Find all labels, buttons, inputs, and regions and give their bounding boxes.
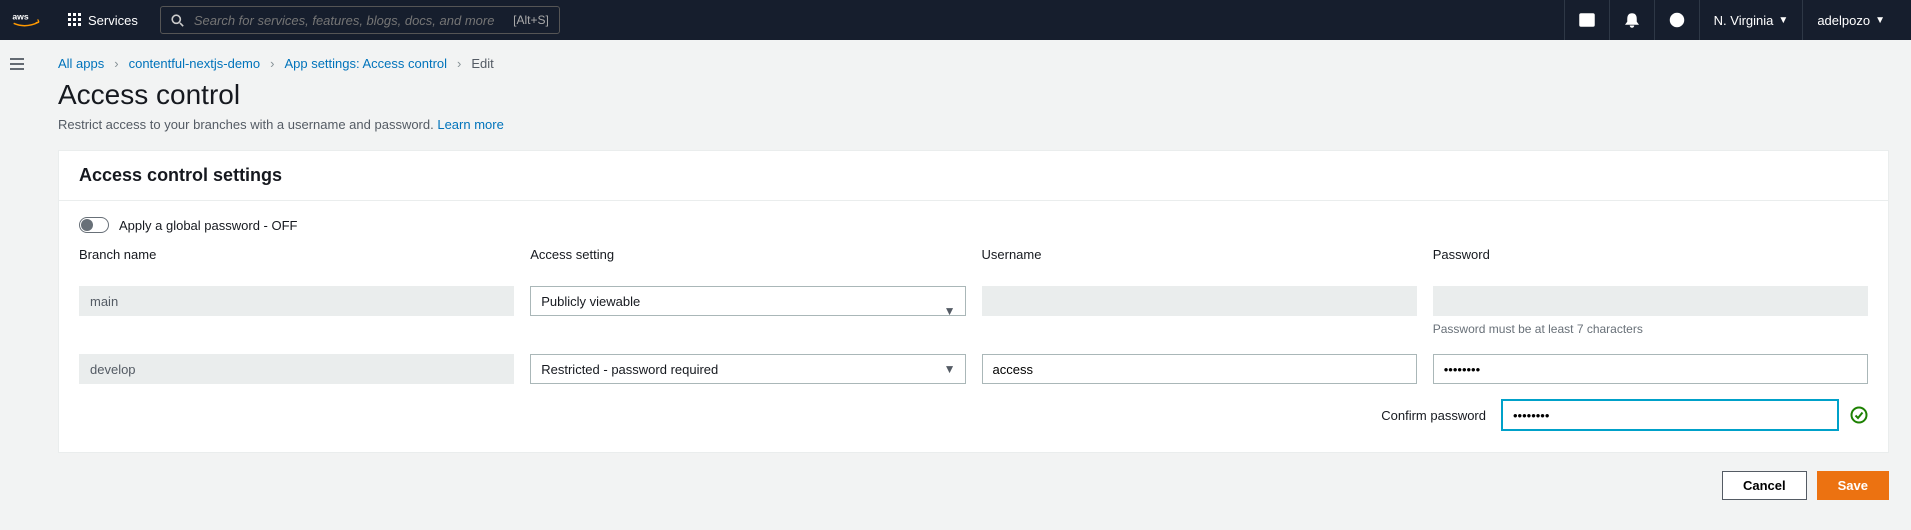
- panel-header: Access control settings: [59, 151, 1888, 201]
- caret-down-icon: ▼: [1875, 15, 1885, 26]
- search-input[interactable]: [194, 13, 503, 28]
- global-password-toggle-row: Apply a global password - OFF: [79, 217, 1868, 233]
- access-select-main[interactable]: Publicly viewable: [530, 286, 965, 316]
- access-select-develop[interactable]: Restricted - password required: [530, 354, 965, 384]
- branch-settings-grid: Branch name Access setting Username Pass…: [79, 247, 1868, 384]
- user-label: adelpozo: [1817, 13, 1870, 28]
- hamburger-icon: [8, 55, 26, 73]
- col-header-username: Username: [982, 247, 1417, 262]
- services-label: Services: [88, 13, 138, 28]
- chevron-right-icon: ›: [457, 56, 461, 71]
- search-icon: [171, 14, 184, 27]
- form-actions: Cancel Save: [58, 471, 1889, 500]
- password-input-main: [1433, 286, 1868, 316]
- col-header-password: Password: [1433, 247, 1868, 262]
- search-shortcut-hint: [Alt+S]: [513, 13, 549, 27]
- aws-logo[interactable]: aws: [12, 10, 46, 30]
- confirm-password-row: Confirm password: [79, 400, 1868, 430]
- bell-icon: [1624, 12, 1640, 28]
- confirm-password-input[interactable]: [1502, 400, 1838, 430]
- services-menu[interactable]: Services: [58, 0, 148, 40]
- username-input-main: [982, 286, 1417, 316]
- cancel-button[interactable]: Cancel: [1722, 471, 1807, 500]
- page-content: All apps › contentful-nextjs-demo › App …: [0, 40, 1911, 520]
- panel-body: Apply a global password - OFF Branch nam…: [59, 201, 1888, 452]
- region-selector[interactable]: N. Virginia ▼: [1699, 0, 1803, 40]
- access-select-main-wrap: Publicly viewable ▼: [530, 286, 965, 336]
- username-input-develop[interactable]: [982, 354, 1417, 384]
- page-title: Access control: [58, 79, 1889, 111]
- account-menu[interactable]: adelpozo ▼: [1802, 0, 1899, 40]
- grid-icon: [68, 13, 82, 27]
- access-select-main-value: Publicly viewable: [541, 294, 640, 309]
- navbar-right: N. Virginia ▼ adelpozo ▼: [1564, 0, 1899, 40]
- cloudshell-button[interactable]: [1564, 0, 1609, 40]
- caret-down-icon: ▼: [1778, 15, 1788, 26]
- branch-name-main: [79, 286, 514, 316]
- confirm-password-label: Confirm password: [1381, 408, 1486, 423]
- col-header-access: Access setting: [530, 247, 965, 262]
- page-description-text: Restrict access to your branches with a …: [58, 117, 437, 132]
- branch-name-develop: [79, 354, 514, 384]
- global-search[interactable]: [Alt+S]: [160, 6, 560, 34]
- navbar-left: aws Services [Alt+S]: [12, 0, 560, 40]
- col-header-branch: Branch name: [79, 247, 514, 262]
- page-description: Restrict access to your branches with a …: [58, 117, 1889, 132]
- chevron-right-icon: ›: [270, 56, 274, 71]
- global-password-toggle[interactable]: [79, 217, 109, 233]
- sidebar-toggle[interactable]: [8, 55, 26, 76]
- cloudshell-icon: [1579, 12, 1595, 28]
- toggle-knob: [81, 219, 93, 231]
- global-password-toggle-label: Apply a global password - OFF: [119, 218, 297, 233]
- chevron-right-icon: ›: [114, 56, 118, 71]
- breadcrumb-all-apps[interactable]: All apps: [58, 56, 104, 71]
- breadcrumb-app[interactable]: contentful-nextjs-demo: [129, 56, 261, 71]
- notifications-button[interactable]: [1609, 0, 1654, 40]
- region-label: N. Virginia: [1714, 13, 1774, 28]
- breadcrumb: All apps › contentful-nextjs-demo › App …: [58, 56, 1889, 71]
- access-select-develop-wrap: Restricted - password required ▼: [530, 354, 965, 384]
- top-navbar: aws Services [Alt+S] N. Virginia ▼ adelpo…: [0, 0, 1911, 40]
- check-ok-icon: [1850, 406, 1868, 424]
- password-input-develop[interactable]: [1433, 354, 1868, 384]
- learn-more-link[interactable]: Learn more: [437, 117, 503, 132]
- breadcrumb-settings[interactable]: App settings: Access control: [284, 56, 447, 71]
- password-hint-main: Password must be at least 7 characters: [1433, 322, 1868, 336]
- save-button[interactable]: Save: [1817, 471, 1889, 500]
- password-cell-main: Password must be at least 7 characters: [1433, 286, 1868, 336]
- access-select-develop-value: Restricted - password required: [541, 362, 718, 377]
- svg-text:aws: aws: [12, 11, 29, 21]
- help-button[interactable]: [1654, 0, 1699, 40]
- help-icon: [1669, 12, 1685, 28]
- settings-panel: Access control settings Apply a global p…: [58, 150, 1889, 453]
- breadcrumb-current: Edit: [471, 56, 493, 71]
